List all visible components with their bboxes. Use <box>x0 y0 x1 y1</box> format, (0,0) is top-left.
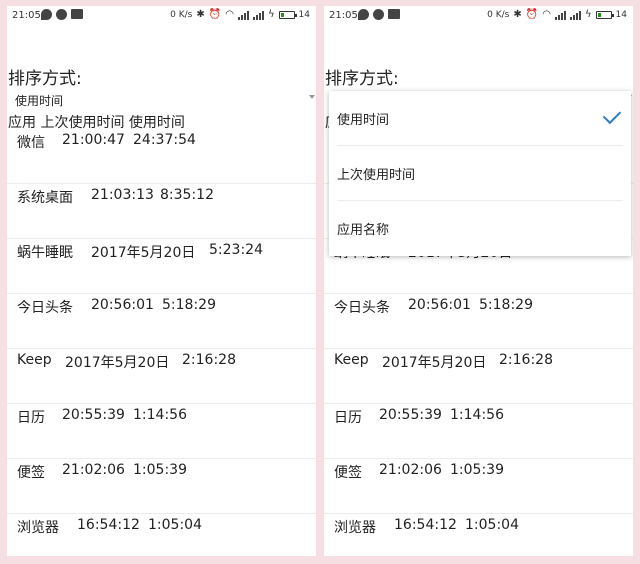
usage-duration: 2:16:28 <box>182 352 236 368</box>
app-name: 日历 <box>334 410 362 426</box>
usage-duration: 1:05:04 <box>465 517 519 533</box>
sort-option-label: 上次使用时间 <box>337 168 416 183</box>
net-speed: 0 K/s <box>170 10 193 20</box>
app-name: 浏览器 <box>334 520 376 536</box>
wifi-icon: ◠ <box>225 9 234 20</box>
sort-option-label: 使用时间 <box>337 113 390 128</box>
phone-screen-right: 21:05 0 K/s ✱ ⏰ ◠ ϟ 14 排序方式: 应用 上次使用时间 使… <box>324 6 633 556</box>
last-used-time: 2017年5月20日 <box>91 245 196 261</box>
battery-level: 14 <box>298 10 310 20</box>
app-row[interactable]: 浏览器 16:54:12 1:05:04 <box>324 514 633 556</box>
app-row[interactable]: 浏览器 16:54:12 1:05:04 <box>7 514 316 556</box>
app-name: 浏览器 <box>17 520 59 536</box>
usage-duration: 1:14:56 <box>133 407 187 423</box>
signal-2-icon <box>569 10 581 20</box>
last-used-time: 2017年5月20日 <box>65 355 170 371</box>
chat-notification-icon <box>358 9 369 20</box>
app-name: 今日头条 <box>334 300 390 316</box>
last-used-time: 21:00:47 <box>62 132 125 148</box>
status-bar: 21:05 0 K/s ✱ ⏰ ◠ ϟ 14 <box>324 6 633 28</box>
alarm-icon: ⏰ <box>525 9 539 20</box>
usage-duration: 2:16:28 <box>499 352 553 368</box>
last-used-time: 20:55:39 <box>379 407 442 423</box>
app-row[interactable]: 微信 21:00:47 24:37:54 <box>7 129 316 184</box>
usage-duration: 8:35:12 <box>160 187 214 203</box>
last-used-time: 21:03:13 <box>91 187 154 203</box>
app-row[interactable]: 系统桌面 21:03:13 8:35:12 <box>7 184 316 239</box>
last-used-time: 21:02:06 <box>379 462 442 478</box>
chat-notification-icon <box>41 9 52 20</box>
usage-duration: 5:18:29 <box>479 297 533 313</box>
app-row[interactable]: 日历 20:55:39 1:14:56 <box>7 404 316 459</box>
app-name: Keep <box>334 352 369 368</box>
sort-option-label: 应用名称 <box>337 223 390 238</box>
app-row[interactable]: 今日头条 20:56:01 5:18:29 <box>7 294 316 349</box>
app-row[interactable]: 便签 21:02:06 1:05:39 <box>324 459 633 514</box>
signal-2-icon <box>252 10 264 20</box>
app-name: 蜗牛睡眠 <box>17 245 73 261</box>
last-used-time: 16:54:12 <box>77 517 140 533</box>
app-row[interactable]: 日历 20:55:39 1:14:56 <box>324 404 633 459</box>
status-time: 21:05 <box>12 10 41 21</box>
signal-icon <box>554 10 566 20</box>
wifi-icon: ◠ <box>542 9 551 20</box>
app-name: 微信 <box>17 135 45 151</box>
last-used-time: 20:56:01 <box>91 297 154 313</box>
status-bar: 21:05 0 K/s ✱ ⏰ ◠ ϟ 14 <box>7 6 316 28</box>
sort-spinner[interactable]: 使用时间 <box>8 91 315 111</box>
signal-icon <box>237 10 249 20</box>
battery-icon <box>278 11 297 19</box>
sort-title: 排序方式: <box>325 69 399 89</box>
usage-duration: 1:14:56 <box>450 407 504 423</box>
app-usage-list: 微信 21:00:47 24:37:54 系统桌面 21:03:13 8:35:12 蜗… <box>7 129 316 556</box>
battery-level: 14 <box>615 10 627 20</box>
app-name: Keep <box>17 352 52 368</box>
sort-title: 排序方式: <box>8 69 82 89</box>
net-speed: 0 K/s <box>487 10 510 20</box>
app-row[interactable]: Keep 2017年5月20日 2:16:28 <box>7 349 316 404</box>
last-used-time: 2017年5月20日 <box>382 355 487 371</box>
status-time: 21:05 <box>329 10 358 21</box>
sort-option-last-used[interactable]: 上次使用时间 <box>329 146 631 201</box>
mail-notification-icon <box>388 9 400 19</box>
wechat-notification-icon <box>373 9 384 20</box>
app-name: 今日头条 <box>17 300 73 316</box>
last-used-time: 20:55:39 <box>62 407 125 423</box>
wechat-notification-icon <box>56 9 67 20</box>
usage-duration: 5:18:29 <box>162 297 216 313</box>
last-used-time: 16:54:12 <box>394 517 457 533</box>
bluetooth-icon: ✱ <box>196 9 205 20</box>
usage-duration: 1:05:39 <box>450 462 504 478</box>
bluetooth-icon: ✱ <box>513 9 522 20</box>
dropdown-caret-icon <box>309 95 315 99</box>
app-name: 日历 <box>17 410 45 426</box>
last-used-time: 20:56:01 <box>408 297 471 313</box>
usage-duration: 24:37:54 <box>133 132 196 148</box>
sort-dropdown-menu: 使用时间 上次使用时间 应用名称 <box>329 91 631 256</box>
usage-duration: 1:05:39 <box>133 462 187 478</box>
usage-duration: 5:23:24 <box>209 242 263 258</box>
check-icon <box>602 105 622 125</box>
phone-screen-left: 21:05 0 K/s ✱ ⏰ ◠ ϟ 14 排序方式: 使用时间 应用 上次使… <box>7 6 316 556</box>
app-row[interactable]: 蜗牛睡眠 2017年5月20日 5:23:24 <box>7 239 316 294</box>
sort-selected-value: 使用时间 <box>15 94 64 108</box>
charging-icon: ϟ <box>267 9 275 20</box>
sort-option-app-name[interactable]: 应用名称 <box>329 201 631 256</box>
charging-icon: ϟ <box>584 9 592 20</box>
app-name: 便签 <box>17 465 45 481</box>
app-row[interactable]: 便签 21:02:06 1:05:39 <box>7 459 316 514</box>
sort-option-usage-time[interactable]: 使用时间 <box>329 91 631 146</box>
last-used-time: 21:02:06 <box>62 462 125 478</box>
app-row[interactable]: Keep 2017年5月20日 2:16:28 <box>324 349 633 404</box>
app-row[interactable]: 今日头条 20:56:01 5:18:29 <box>324 294 633 349</box>
mail-notification-icon <box>71 9 83 19</box>
app-name: 系统桌面 <box>17 190 73 206</box>
usage-duration: 1:05:04 <box>148 517 202 533</box>
battery-icon <box>595 11 614 19</box>
app-name: 便签 <box>334 465 362 481</box>
alarm-icon: ⏰ <box>208 9 222 20</box>
